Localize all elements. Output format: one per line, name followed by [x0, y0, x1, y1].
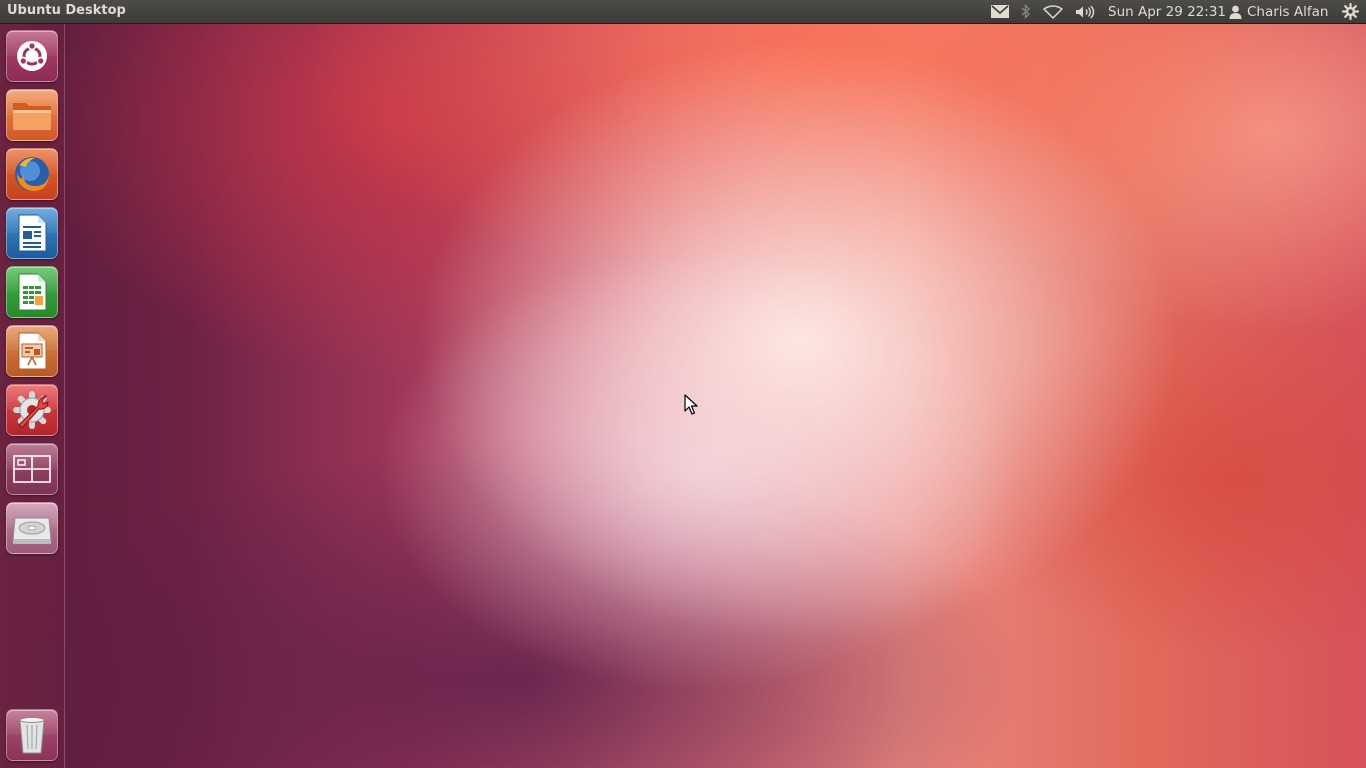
user-icon	[1229, 5, 1242, 19]
clock-text: Sun Apr 29 22:31	[1108, 3, 1226, 20]
libreoffice-impress-button[interactable]	[6, 325, 58, 377]
clock[interactable]: Sun Apr 29 22:31	[1108, 0, 1226, 23]
hard-drive-icon	[12, 517, 52, 544]
workspaces-icon	[13, 455, 51, 483]
trash-button[interactable]	[6, 709, 58, 761]
dash-home-button[interactable]	[6, 30, 58, 82]
workspace-switcher-button[interactable]	[6, 443, 58, 495]
wifi-icon[interactable]	[1041, 0, 1065, 23]
libreoffice-calc-button[interactable]	[6, 266, 58, 318]
mouse-pointer-icon	[684, 394, 698, 415]
top-panel: Ubuntu Desktop Sun Apr 29 22:31 Charis A…	[0, 0, 1366, 24]
bluetooth-icon[interactable]	[1017, 0, 1033, 23]
trash-icon	[19, 717, 45, 754]
desktop-wallpaper[interactable]	[0, 0, 1366, 768]
volume-icon[interactable]	[1073, 0, 1097, 23]
firefox-icon	[15, 157, 49, 191]
window-title: Ubuntu Desktop	[7, 3, 126, 18]
session-gear-icon[interactable]	[1339, 0, 1361, 23]
ubuntu-logo-icon	[17, 41, 47, 71]
files-button[interactable]	[6, 89, 58, 141]
libreoffice-writer-button[interactable]	[6, 207, 58, 259]
launcher	[0, 24, 65, 768]
mail-icon[interactable]	[989, 0, 1011, 23]
user-name: Charis Alfan	[1247, 3, 1329, 20]
calc-spreadsheet-icon	[18, 273, 47, 311]
folder-icon	[13, 103, 51, 130]
firefox-button[interactable]	[6, 148, 58, 200]
writer-document-icon	[18, 214, 47, 252]
user-menu[interactable]: Charis Alfan	[1229, 0, 1333, 23]
impress-presentation-icon	[18, 332, 47, 370]
settings-wrench-gear-icon	[13, 391, 51, 429]
drive-button[interactable]	[6, 502, 58, 554]
system-settings-button[interactable]	[6, 384, 58, 436]
